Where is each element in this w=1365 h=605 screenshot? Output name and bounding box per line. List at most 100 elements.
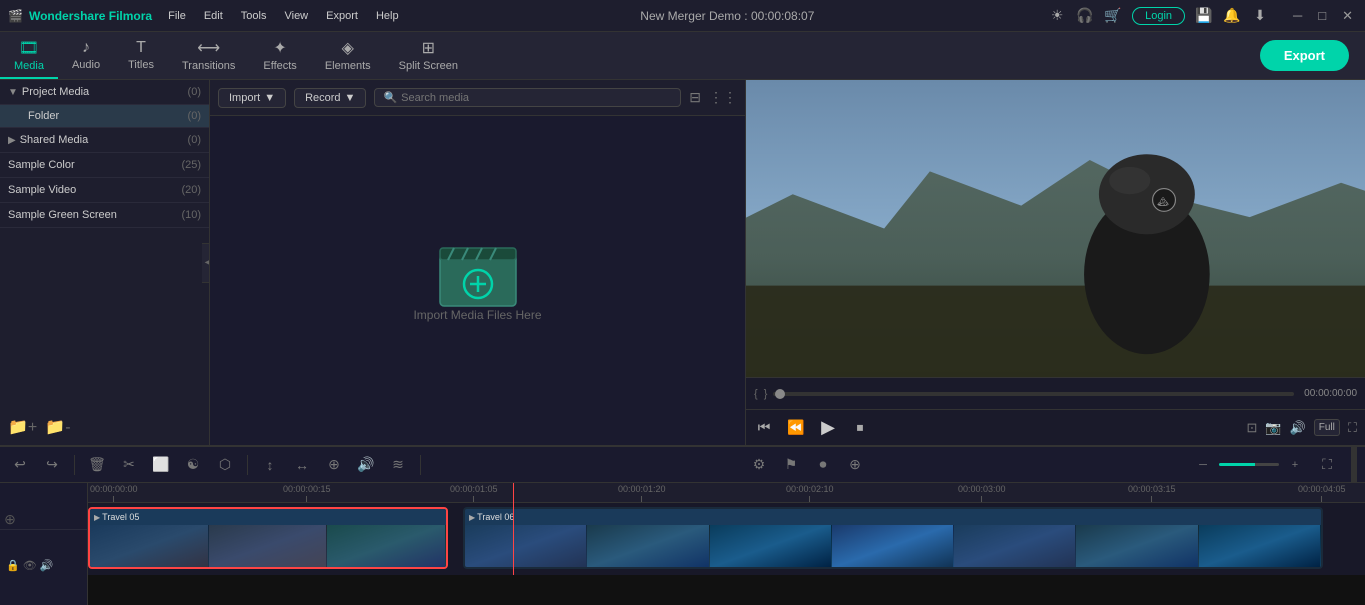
fullscreen-icon[interactable]: ⛶ — [1348, 420, 1357, 436]
project-media-label: Project Media — [22, 86, 188, 98]
zoom-minus-button[interactable]: ─ — [1191, 453, 1215, 477]
ruler-tick-3 — [641, 496, 642, 502]
lock-icon[interactable]: 🔒 — [6, 559, 20, 572]
ruler-mark-6: 00:00:03:15 — [1128, 484, 1176, 502]
play-pause-button[interactable]: ▶ — [818, 418, 838, 438]
ruler-tick-2 — [473, 496, 474, 502]
scrubber-handle[interactable] — [775, 389, 785, 399]
quality-selector[interactable]: Full — [1314, 419, 1340, 436]
menu-file[interactable]: File — [160, 8, 194, 24]
save-icon[interactable]: 💾 — [1195, 7, 1213, 25]
import-button[interactable]: Import ▼ — [218, 88, 286, 108]
redo-button[interactable]: ↪ — [40, 453, 64, 477]
section-sample-color[interactable]: Sample Color (25) — [0, 153, 209, 178]
menu-help[interactable]: Help — [368, 8, 407, 24]
frame-back-button[interactable]: ⏪ — [786, 418, 806, 438]
filter-icon[interactable]: ⊟ — [689, 89, 701, 106]
eye-icon[interactable]: 👁 — [23, 559, 37, 572]
snap-button[interactable]: ⚙ — [747, 453, 771, 477]
rotate-button[interactable]: ☯ — [181, 453, 205, 477]
ruler-time-6: 00:00:03:15 — [1128, 484, 1176, 494]
subsection-folder[interactable]: Folder (0) — [0, 105, 209, 128]
ruler-tick-4 — [809, 496, 810, 502]
maximize-button[interactable]: □ — [1314, 8, 1330, 24]
skip-back-button[interactable]: ⏮ — [754, 418, 774, 438]
preview-scrubber[interactable] — [773, 392, 1294, 396]
clip-travel06-header: ▶ Travel 06 — [465, 509, 1321, 525]
cart-icon[interactable]: 🛒 — [1104, 7, 1122, 25]
expand-timeline-button[interactable]: ⛶ — [1315, 453, 1339, 477]
menu-view[interactable]: View — [276, 8, 316, 24]
marker-button[interactable]: ⚑ — [779, 453, 803, 477]
video-preview: 🏔 — [746, 80, 1365, 377]
search-input[interactable] — [401, 92, 672, 104]
toolbar-titles[interactable]: T Titles — [114, 32, 168, 79]
audio-button[interactable]: 🔊 — [354, 453, 378, 477]
record-button[interactable]: Record ▼ — [294, 88, 366, 108]
menu-edit[interactable]: Edit — [196, 8, 231, 24]
quality-controls: ⊡ 📷 🔊 Full ⛶ — [1246, 419, 1357, 436]
transform-button[interactable]: ↕ — [258, 453, 282, 477]
clip-thumb-5 — [465, 525, 587, 567]
download-icon[interactable]: ⬇ — [1251, 7, 1269, 25]
toolbar-effects[interactable]: ✦ Effects — [249, 32, 310, 79]
zoom-in-button[interactable]: ⊕ — [843, 453, 867, 477]
search-box[interactable]: 🔍 — [374, 88, 681, 107]
composite-button[interactable]: ⊕ — [322, 453, 346, 477]
panel-collapse-button[interactable]: ◀ — [202, 243, 210, 283]
toolbar-split-screen[interactable]: ⊞ Split Screen — [385, 32, 472, 79]
ruler-time-1: 00:00:00:15 — [283, 484, 331, 494]
delete-folder-button[interactable]: 📁- — [45, 417, 70, 437]
zoom-plus-button[interactable]: + — [1283, 453, 1307, 477]
media-toolbar: Import ▼ Record ▼ 🔍 ⊟ ⋮⋮ — [210, 80, 745, 116]
clip-travel06[interactable]: ▶ Travel 06 — [463, 507, 1323, 569]
volume-icon[interactable]: 🔊 — [1290, 420, 1306, 436]
timeline-resize-handle[interactable] — [1351, 447, 1357, 483]
section-sample-green[interactable]: Sample Green Screen (10) — [0, 203, 209, 228]
media-drop-area[interactable]: Import Media Files Here — [210, 116, 745, 445]
track-1-content[interactable]: ▶ Travel 05 ▶ Travel 06 — [88, 503, 1365, 575]
media-content: Import ▼ Record ▼ 🔍 ⊟ ⋮⋮ — [210, 80, 745, 445]
crop-button[interactable]: ⬜ — [149, 453, 173, 477]
cut-button[interactable]: ✂ — [117, 453, 141, 477]
ruler-time-3: 00:00:01:20 — [618, 484, 666, 494]
close-button[interactable]: ✕ — [1338, 8, 1357, 24]
timeline-toolbar: ↩ ↪ 🗑 ✂ ⬜ ☯ ⬡ ↕ ↔ ⊕ 🔊 ≋ ⚙ ⚑ ⏺ ⊕ ─ + ⛶ — [0, 447, 1365, 483]
menu-tools[interactable]: Tools — [233, 8, 275, 24]
delete-button[interactable]: 🗑 — [85, 453, 109, 477]
split-button[interactable]: ↔ — [290, 453, 314, 477]
waveform-button[interactable]: ≋ — [386, 453, 410, 477]
ruler-time-2: 00:00:01:05 — [450, 484, 498, 494]
notification-icon[interactable]: 🔔 — [1223, 7, 1241, 25]
toolbar-audio[interactable]: ♪ Audio — [58, 32, 114, 79]
clip-travel05[interactable]: ▶ Travel 05 — [88, 507, 448, 569]
headphones-icon[interactable]: 🎧 — [1076, 7, 1094, 25]
undo-button[interactable]: ↩ — [8, 453, 32, 477]
effects-label: Effects — [263, 60, 296, 72]
zoom-slider[interactable] — [1219, 463, 1279, 466]
toolbar-transitions[interactable]: ⟷ Transitions — [168, 32, 249, 79]
export-button[interactable]: Export — [1260, 40, 1349, 71]
section-project-media[interactable]: ▼ Project Media (0) — [0, 80, 209, 105]
record-timeline-button[interactable]: ⏺ — [811, 453, 835, 477]
section-sample-video[interactable]: Sample Video (20) — [0, 178, 209, 203]
stop-button[interactable]: ⏹ — [850, 418, 870, 438]
color-button[interactable]: ⬡ — [213, 453, 237, 477]
login-button[interactable]: Login — [1132, 7, 1185, 25]
toolbar-media[interactable]: 🎞 Media — [0, 32, 58, 79]
toolbar-elements[interactable]: ◈ Elements — [311, 32, 385, 79]
add-folder-button[interactable]: 📁+ — [8, 417, 37, 437]
speaker-icon[interactable]: 🔊 — [40, 559, 54, 572]
ruler-mark-4: 00:00:02:10 — [786, 484, 834, 502]
grid-view-icon[interactable]: ⋮⋮ — [709, 89, 737, 106]
minimize-button[interactable]: ─ — [1289, 8, 1306, 24]
snapshot-icon[interactable]: 📷 — [1265, 420, 1281, 436]
elements-label: Elements — [325, 60, 371, 72]
brightness-icon[interactable]: ☀ — [1048, 7, 1066, 25]
section-shared-media[interactable]: ▶ Shared Media (0) — [0, 128, 209, 153]
external-screen-icon[interactable]: ⊡ — [1246, 420, 1257, 436]
clip-thumb-7 — [710, 525, 832, 567]
menu-export[interactable]: Export — [318, 8, 366, 24]
media-icon: 🎞 — [19, 38, 39, 58]
add-track-button[interactable]: ⊕ — [0, 509, 20, 529]
